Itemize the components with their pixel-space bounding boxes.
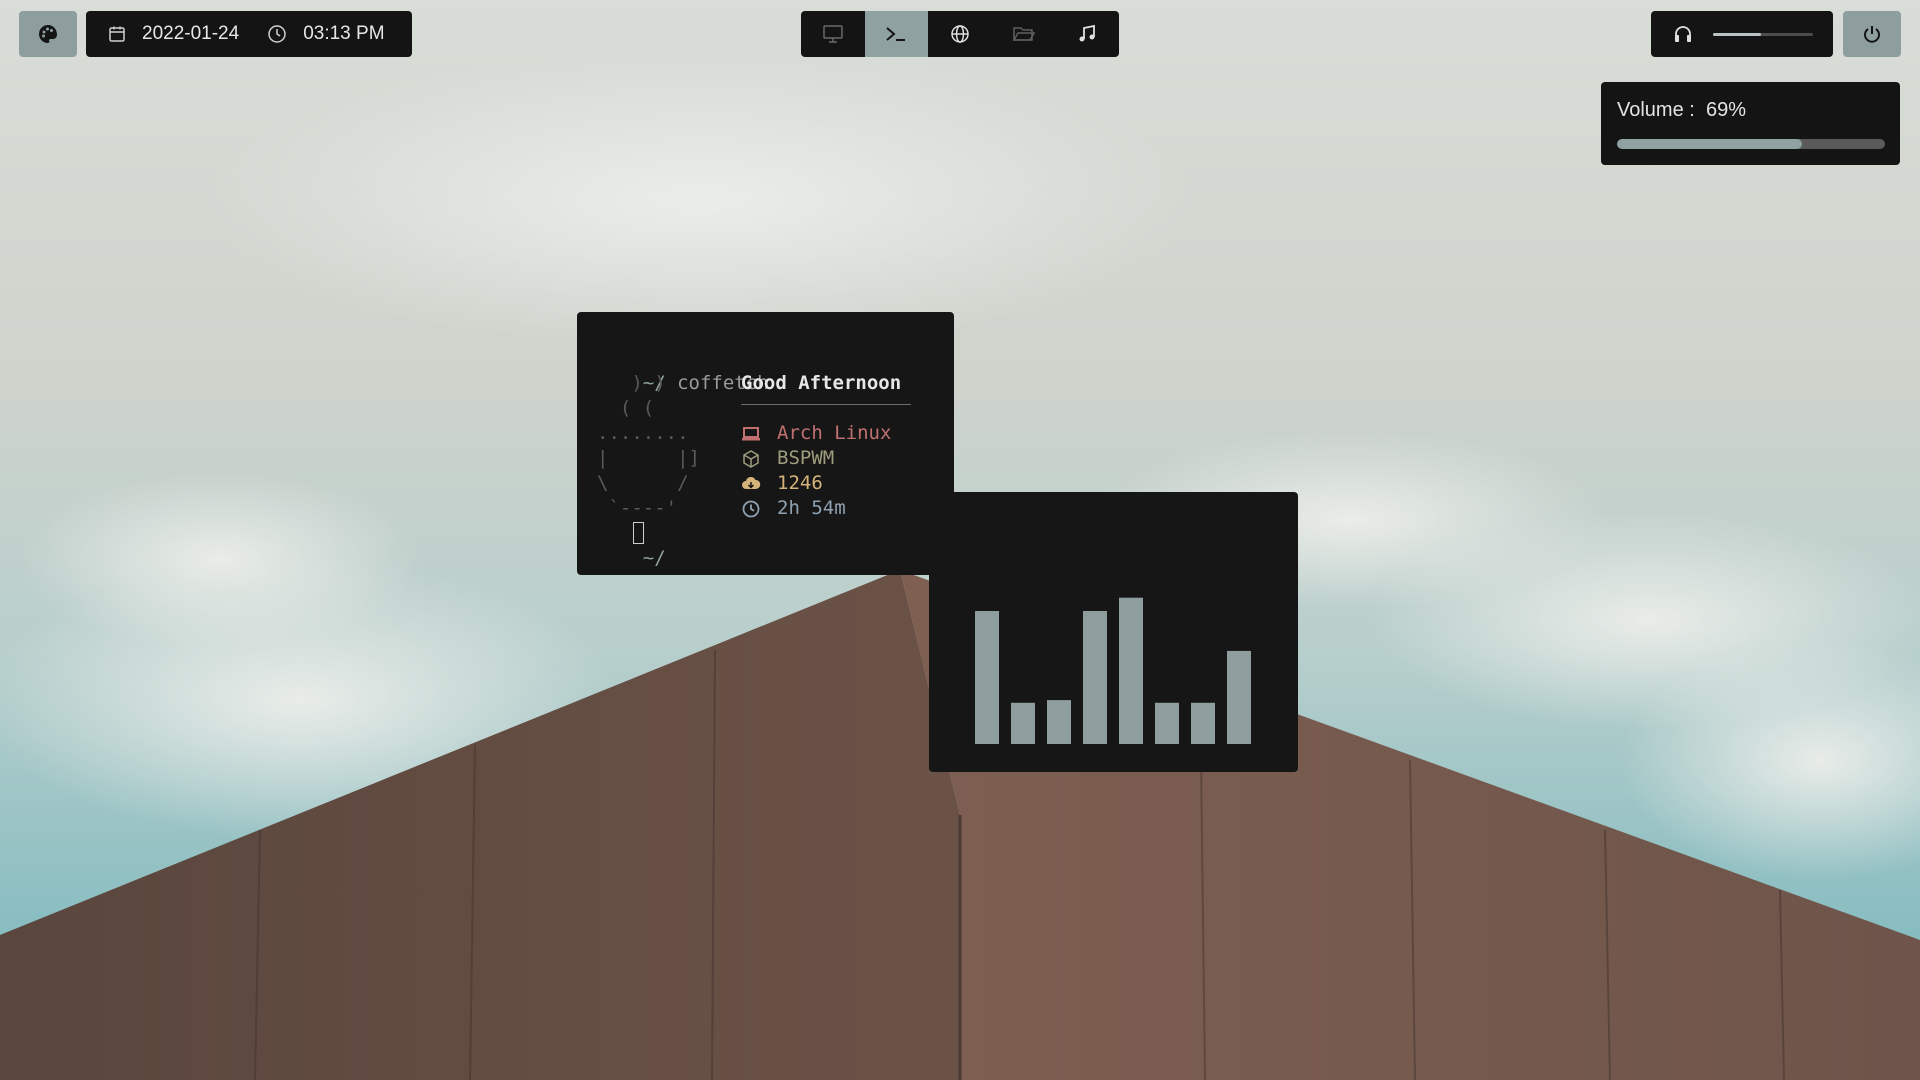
volume-slider[interactable] (1617, 139, 1885, 149)
visualizer-bar (1191, 702, 1215, 744)
volume-slider-fill (1617, 139, 1802, 149)
mini-volume-slider[interactable] (1713, 33, 1813, 36)
folder-icon (1012, 27, 1035, 41)
prompt-line-2: ~/ (597, 521, 666, 596)
visualizer-bar (1047, 700, 1071, 744)
clock-icon (741, 499, 761, 519)
palette-icon (39, 25, 57, 43)
visualizer-bar (1155, 702, 1179, 744)
audio-visualizer (975, 597, 1251, 744)
monitor-icon (823, 25, 843, 43)
system-info-value: BSPWM (777, 447, 835, 469)
greeting-divider (741, 404, 911, 405)
globe-icon (951, 25, 969, 43)
terminal-window[interactable]: ~/ coffetch ) ) ( (........ | |] \ / `----… (577, 312, 954, 575)
ascii-art-line: ........ (597, 422, 689, 444)
ascii-art-line: `----' (597, 497, 678, 519)
audio-widget[interactable] (1651, 11, 1833, 57)
workspace-files[interactable] (992, 11, 1056, 57)
workspace-switcher (801, 11, 1119, 57)
power-icon (1864, 26, 1880, 43)
visualizer-bar (1083, 611, 1107, 744)
system-info-value: 2h 54m (777, 497, 846, 519)
prompt-dir-2: ~/ (642, 547, 666, 569)
cloud-download-icon (741, 474, 761, 494)
workspace-browser[interactable] (928, 11, 992, 57)
system-info-value: Arch Linux (777, 422, 892, 444)
visualizer-bar (1011, 702, 1035, 744)
time-text: 03:13 PM (303, 23, 385, 44)
power-button[interactable] (1843, 11, 1901, 57)
cube-icon (741, 449, 761, 469)
ascii-art-line: ( ( (597, 397, 655, 419)
workspace-music[interactable] (1055, 11, 1119, 57)
workspace-terminal[interactable] (864, 11, 929, 57)
volume-label: Volume : 69% (1617, 99, 1746, 121)
theme-palette-button[interactable] (19, 11, 77, 57)
ascii-art-line: \ / (597, 472, 689, 494)
headphones-icon (1675, 26, 1691, 42)
workspace-monitor[interactable] (801, 11, 865, 57)
greeting: Good Afternoon (741, 372, 902, 394)
visualizer-bar (1119, 597, 1143, 744)
terminal-cursor (633, 522, 644, 544)
date-time-widget[interactable]: 2022-01-24 03:13 PM (86, 11, 412, 57)
visualizer-bar (1227, 650, 1251, 744)
ascii-art-line: | |] (597, 447, 700, 469)
visualizer-bar (975, 611, 999, 744)
volume-popup: Volume : 69% (1601, 82, 1900, 165)
audio-visualizer-window[interactable] (929, 492, 1298, 772)
clock-icon (268, 25, 286, 43)
music-note-icon (1079, 24, 1096, 42)
date-text: 2022-01-24 (142, 23, 240, 44)
terminal-icon (886, 27, 906, 41)
laptop-icon (741, 424, 761, 444)
mini-volume-fill (1713, 33, 1762, 36)
system-info-value: 1246 (777, 472, 823, 494)
calendar-icon (109, 26, 125, 42)
ascii-art-line: ) ) (597, 372, 666, 394)
volume-percent: 69% (1705, 99, 1746, 121)
